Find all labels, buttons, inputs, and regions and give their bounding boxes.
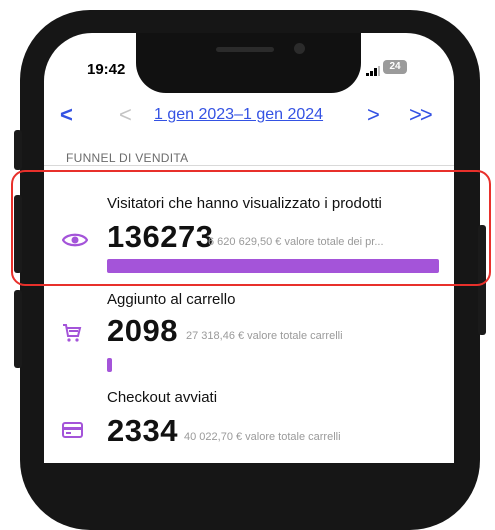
cart-icon — [62, 323, 88, 349]
next-period-button[interactable]: > — [367, 95, 380, 135]
next-year-button[interactable]: >> — [409, 95, 433, 135]
signal-icon — [366, 63, 380, 76]
funnel-label: Checkout avviati — [107, 389, 218, 406]
funnel-value: 2334 — [107, 413, 178, 448]
status-time: 19:42 — [87, 61, 126, 78]
date-range-link[interactable]: 1 gen 2023–1 gen 2024 — [154, 95, 323, 135]
battery-icon: 24 — [383, 60, 407, 74]
funnel-row-cart[interactable]: Aggiunto al carrello 2098 27 318,46 € va… — [44, 285, 454, 372]
prev-period-button: < — [119, 102, 132, 127]
funnel-subtext: 27 318,46 € valore totale carrelli — [186, 330, 343, 342]
speaker — [216, 47, 274, 52]
side-button-left-3 — [14, 290, 22, 368]
notch — [136, 33, 361, 93]
card-icon — [62, 421, 88, 447]
side-button-left-1 — [14, 130, 22, 170]
funnel-label: Aggiunto al carrello — [107, 291, 236, 308]
prev-year-button[interactable]: < — [60, 95, 73, 135]
funnel-row-checkout[interactable]: Checkout avviati 2334 40 022,70 € valore… — [44, 385, 454, 463]
funnel-subtext: 40 022,70 € valore totale carrelli — [184, 431, 341, 443]
battery-level: 24 — [383, 60, 407, 74]
section-divider — [44, 165, 454, 166]
section-title: FUNNEL DI VENDITA — [66, 151, 189, 165]
selection-highlight — [11, 170, 491, 286]
funnel-value: 2098 — [107, 313, 178, 348]
camera — [294, 43, 305, 54]
funnel-bar — [107, 358, 112, 372]
